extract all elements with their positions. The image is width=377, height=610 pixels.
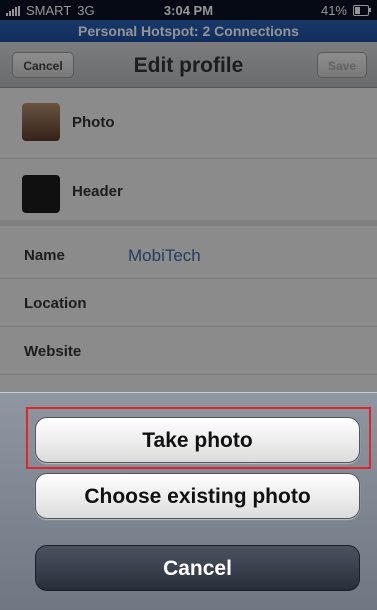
cancel-button[interactable]: Cancel <box>35 545 360 591</box>
take-photo-button[interactable]: Take photo <box>35 417 360 463</box>
choose-existing-photo-button[interactable]: Choose existing photo <box>35 473 360 519</box>
action-sheet: Take photo Choose existing photo Cancel <box>0 392 377 610</box>
